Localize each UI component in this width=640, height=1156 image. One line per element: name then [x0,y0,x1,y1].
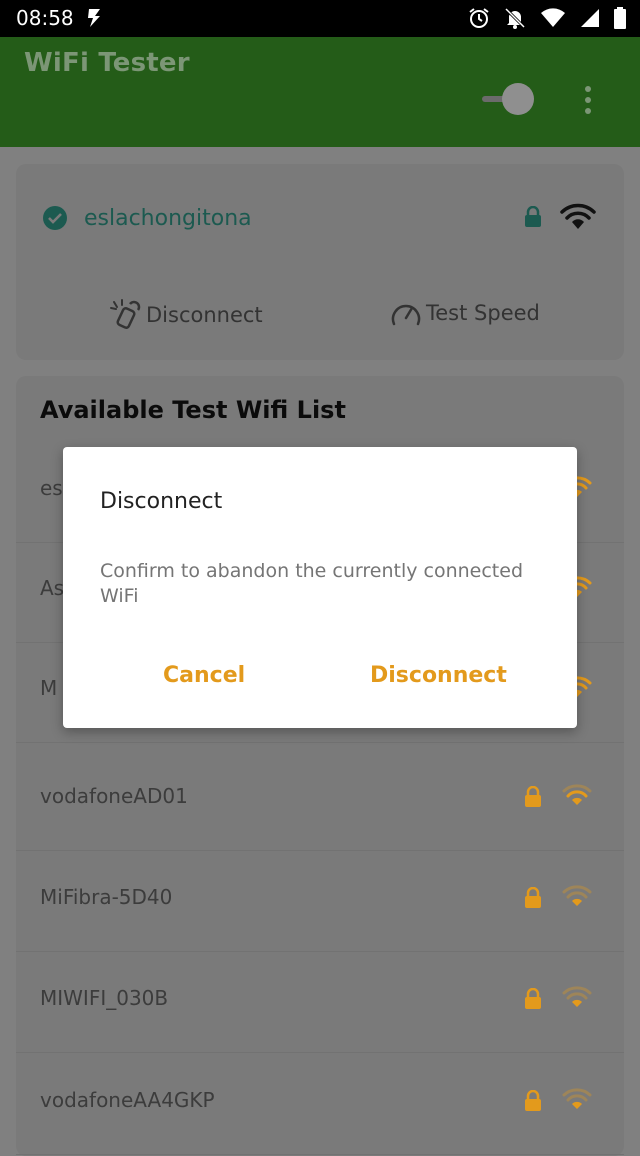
lock-icon [525,786,541,807]
link-off-icon [110,299,141,329]
lock-icon [525,206,541,227]
wifi-icon [541,8,565,27]
status-icons [468,7,626,29]
status-bar: 08:58 [0,0,640,37]
battery-icon [614,7,626,29]
test-speed-action-label: Test Speed [426,301,540,325]
wifi-signal-icon [562,885,592,906]
wifi-signal-icon [562,1088,592,1109]
wifi-list-item[interactable]: vodafoneAA4GKP [16,1054,624,1155]
check-circle-icon [43,206,67,230]
more-options-icon[interactable] [578,84,598,116]
disconnect-action-label: Disconnect [146,303,263,327]
wifi-signal-icon [560,203,596,229]
wifi-list-item[interactable]: vodafoneAD01 [16,750,624,851]
connected-network-card: eslachongitona Disconnect Test Speed [16,164,624,360]
connected-ssid: eslachongitona [84,206,252,231]
dialog-message: Confirm to abandon the currently connect… [100,560,524,607]
wifi-signal-icon [562,986,592,1007]
wifi-ssid: As [40,576,65,600]
bolt-icon [88,9,100,27]
speedometer-icon [391,304,421,326]
lock-icon [525,887,541,908]
lock-icon [525,1090,541,1111]
wifi-ssid: MIWIFI_030B [40,986,169,1010]
alarm-icon [469,8,489,28]
wifi-ssid: MiFibra-5D40 [40,885,173,909]
dialog-title: Disconnect [100,489,223,514]
wifi-ssid: M [40,676,58,700]
disconnect-dialog: Disconnect Confirm to abandon the curren… [63,447,577,728]
wifi-ssid: vodafoneAD01 [40,784,188,808]
cancel-button[interactable]: Cancel [163,663,245,688]
disconnect-action-button[interactable]: Disconnect [108,298,263,332]
wifi-ssid: vodafoneAA4GKP [40,1088,215,1112]
app-title: WiFi Tester [24,48,190,78]
wifi-toggle[interactable] [480,83,536,115]
wifi-list-item[interactable]: MiFibra-5D40 [16,851,624,952]
wifi-list-item[interactable]: MIWIFI_030B [16,952,624,1053]
wifi-ssid: es [40,476,63,500]
toggle-thumb [502,83,534,115]
notifications-off-icon [504,7,526,29]
status-time: 08:58 [16,6,74,30]
wifi-signal-icon [562,784,592,805]
list-title: Available Test Wifi List [40,396,346,424]
lock-icon [525,988,541,1009]
signal-icon [581,9,599,27]
confirm-disconnect-button[interactable]: Disconnect [370,663,507,688]
test-speed-action-button[interactable]: Test Speed [390,298,540,328]
